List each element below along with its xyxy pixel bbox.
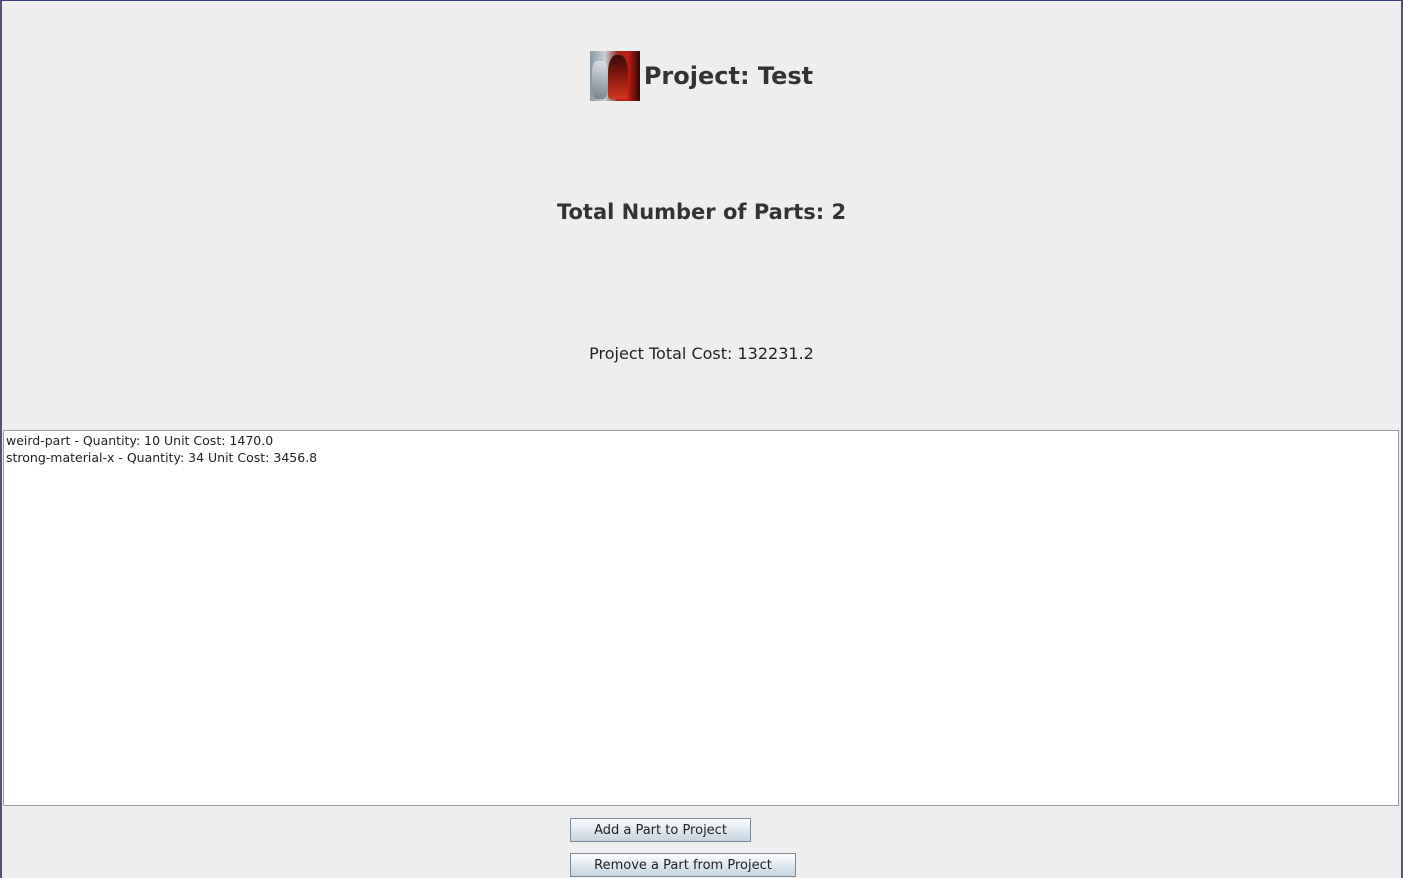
list-item[interactable]: weird-part - Quantity: 10 Unit Cost: 147… — [6, 432, 1396, 449]
project-title: Project: Test — [643, 62, 814, 90]
icon-figure-shape — [607, 55, 628, 99]
project-image-icon — [589, 51, 640, 101]
icon-mist-shape — [591, 61, 608, 99]
total-cost-label: Project Total Cost: 132231.2 — [589, 344, 814, 363]
parts-count-label: Total Number of Parts: 2 — [556, 200, 847, 224]
parts-list[interactable]: weird-part - Quantity: 10 Unit Cost: 147… — [3, 430, 1399, 806]
remove-part-button[interactable]: Remove a Part from Project — [570, 853, 796, 877]
project-header: Project: Test — [2, 51, 1401, 101]
list-item[interactable]: strong-material-x - Quantity: 34 Unit Co… — [6, 449, 1396, 466]
project-window: Project: Test Total Number of Parts: 2 P… — [2, 0, 1401, 878]
add-part-button[interactable]: Add a Part to Project — [570, 818, 751, 842]
